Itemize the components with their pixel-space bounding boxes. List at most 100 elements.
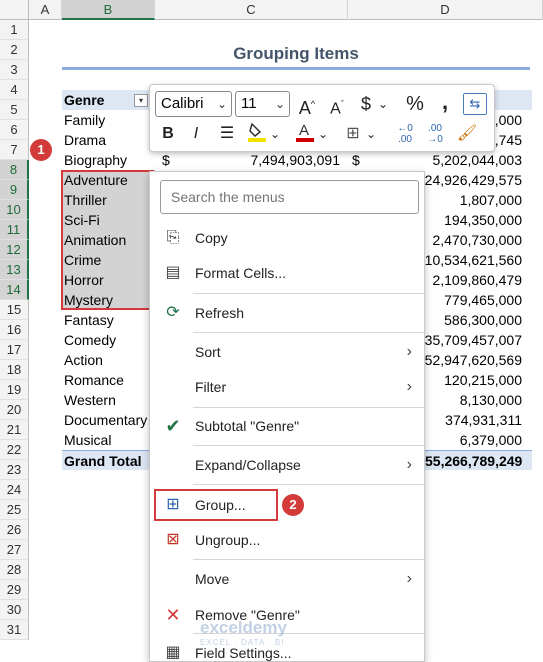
genre-cell[interactable]: Fantasy (62, 310, 155, 330)
row-header-27[interactable]: 27 (0, 540, 29, 560)
chevron-down-icon[interactable]: ⌄ (364, 121, 378, 147)
menu-separator (193, 293, 424, 294)
row-header-23[interactable]: 23 (0, 460, 29, 480)
increase-font-icon[interactable]: A^ (296, 91, 318, 118)
menu-item-copy[interactable]: ⎘ Copy (150, 223, 424, 253)
chevron-right-icon: › (406, 378, 412, 395)
watermark-tagline: EXCEL · DATA · BI (200, 638, 285, 647)
remove-x-icon: ✕ (165, 605, 181, 625)
genre-cell[interactable]: Comedy (62, 330, 155, 350)
fill-color-icon[interactable] (246, 121, 268, 147)
row-header-5[interactable]: 5 (0, 100, 29, 120)
menu-separator (193, 559, 424, 560)
copy-icon: ⎘ (166, 229, 180, 246)
font-size-combo[interactable]: 11 ⌄ (235, 91, 290, 117)
row-header-10[interactable]: 10 (0, 200, 29, 220)
increase-decimal-icon[interactable]: ←0.00 (392, 123, 418, 149)
menu-item-label: Filter (195, 379, 227, 395)
genre-cell[interactable]: Musical (62, 430, 155, 450)
chevron-down-icon[interactable]: ⌄ (268, 121, 282, 147)
genre-cell[interactable]: Documentary (62, 410, 155, 430)
column-header-c[interactable]: C (155, 0, 348, 20)
menu-item-label: Copy (195, 230, 228, 246)
decrease-decimal-icon[interactable]: .00 →0 (422, 123, 448, 149)
row-header-30[interactable]: 30 (0, 600, 29, 620)
row-header-2[interactable]: 2 (0, 40, 29, 60)
row-header-22[interactable]: 22 (0, 440, 29, 460)
biography-value-c: 7,494,903,091 (250, 152, 340, 168)
genre-cell[interactable]: Western (62, 390, 155, 410)
watermark-name: exceldemy (200, 618, 287, 637)
row-header-7[interactable]: 7 (0, 140, 29, 160)
font-name-combo[interactable]: Calibri ⌄ (155, 91, 232, 117)
chevron-down-icon[interactable]: ⌄ (376, 91, 390, 117)
menu-separator (193, 407, 424, 408)
row-header-15[interactable]: 15 (0, 300, 29, 320)
row-header-24[interactable]: 24 (0, 480, 29, 500)
row-header-21[interactable]: 21 (0, 420, 29, 440)
menu-item-filter[interactable]: Filter › (150, 372, 424, 402)
chevron-down-icon[interactable]: ⌄ (316, 121, 330, 147)
menu-item-field-settings[interactable]: ▦ Field Settings... (150, 638, 424, 662)
chevron-down-icon: ⌄ (216, 97, 227, 111)
row-header-11[interactable]: 11 (0, 220, 29, 240)
menu-item-move[interactable]: Move › (150, 564, 424, 594)
row-header-12[interactable]: 12 (0, 240, 29, 260)
row-header-31[interactable]: 31 (0, 620, 29, 640)
menu-item-label: Move (195, 571, 230, 587)
select-all-corner[interactable] (0, 0, 29, 20)
menu-item-ungroup[interactable]: ⊠ Ungroup... (150, 525, 424, 555)
row-header-6[interactable]: 6 (0, 120, 29, 140)
search-menus-input[interactable] (160, 180, 419, 214)
row-header-13[interactable]: 13 (0, 260, 29, 280)
row-header-20[interactable]: 20 (0, 400, 29, 420)
watermark-logo: exceldemy EXCEL · DATA · BI (200, 618, 287, 647)
borders-icon[interactable]: ⊞ (342, 121, 364, 147)
row-header-1[interactable]: 1 (0, 20, 29, 40)
menu-item-subtotal-genre[interactable]: ✔ Subtotal "Genre" (150, 411, 424, 441)
row-header-16[interactable]: 16 (0, 320, 29, 340)
menu-item-expand-collapse[interactable]: Expand/Collapse › (150, 450, 424, 480)
menu-item-format-cells[interactable]: ▤ Format Cells... (150, 258, 424, 288)
genre-cell[interactable]: Biography (62, 150, 155, 170)
row-header-8[interactable]: 8 (0, 160, 29, 180)
genre-cell[interactable]: Action (62, 350, 155, 370)
row-header-9[interactable]: 9 (0, 180, 29, 200)
genre-cell[interactable]: Family (62, 110, 155, 130)
row-header-3[interactable]: 3 (0, 60, 29, 80)
row-header-4[interactable]: 4 (0, 80, 29, 100)
row-header-14[interactable]: 14 (0, 280, 29, 300)
currency-format-icon[interactable]: $ (356, 91, 376, 117)
row-header-19[interactable]: 19 (0, 380, 29, 400)
row-header-29[interactable]: 29 (0, 580, 29, 600)
filter-dropdown-icon[interactable]: ▾ (134, 94, 148, 107)
italic-button[interactable]: I (186, 121, 206, 147)
row-header-18[interactable]: 18 (0, 360, 29, 380)
genre-cell[interactable]: Romance (62, 370, 155, 390)
menu-item-sort[interactable]: Sort › (150, 337, 424, 367)
format-painter-icon[interactable]: 🖌 (455, 121, 479, 147)
row-header-28[interactable]: 28 (0, 560, 29, 580)
font-color-icon[interactable]: A (294, 121, 316, 147)
column-header-d[interactable]: D (348, 0, 543, 20)
align-center-icon[interactable]: ☰ (216, 121, 238, 147)
column-header-b[interactable]: B (62, 0, 155, 20)
column-header-a[interactable]: A (29, 0, 62, 20)
row-header-26[interactable]: 26 (0, 520, 29, 540)
genre-cell[interactable]: Drama (62, 130, 155, 150)
font-name-value: Calibri (161, 95, 204, 112)
bold-button[interactable]: B (158, 121, 178, 147)
font-size-value: 11 (241, 95, 257, 112)
chevron-right-icon: › (406, 456, 412, 473)
selected-genres-outline (61, 170, 154, 310)
row-header-25[interactable]: 25 (0, 500, 29, 520)
wrap-text-icon[interactable]: ⇆ (463, 93, 487, 115)
row-header-17[interactable]: 17 (0, 340, 29, 360)
context-menu: ⎘ Copy ▤ Format Cells... ⟳ Refresh Sort … (149, 171, 425, 662)
comma-style-icon[interactable]: , (437, 89, 453, 115)
decrease-font-icon[interactable]: Aˇ (326, 91, 348, 117)
percent-format-icon[interactable]: % (403, 91, 427, 117)
menu-item-remove-genre[interactable]: ✕ Remove "Genre" (150, 600, 424, 630)
value-cell-d[interactable]: 5,202,044,003 (395, 150, 522, 170)
menu-item-refresh[interactable]: ⟳ Refresh (150, 298, 424, 328)
